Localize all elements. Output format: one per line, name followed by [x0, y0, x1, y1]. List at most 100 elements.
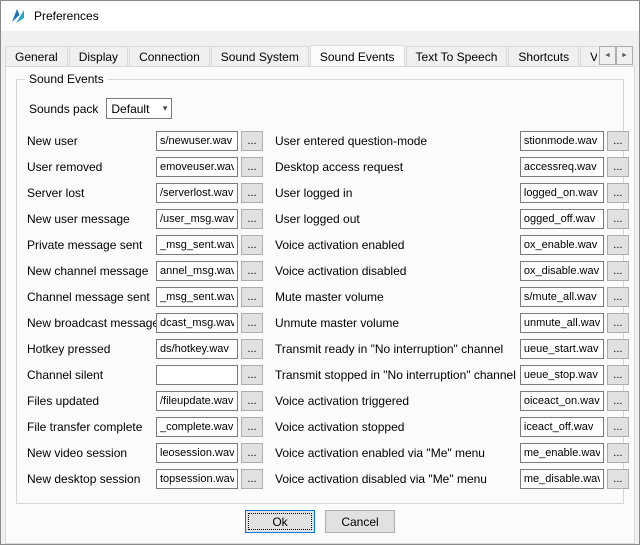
chevron-down-icon: ▾ [163, 103, 168, 114]
sound-file-input[interactable] [520, 261, 604, 281]
sound-file-input[interactable] [156, 183, 238, 203]
sound-file-input[interactable] [520, 131, 604, 151]
browse-button[interactable]: ... [607, 209, 629, 229]
sound-events-groupbox: Sound Events Sounds pack Default ▾ New u… [16, 79, 624, 504]
browse-button[interactable]: ... [607, 339, 629, 359]
sound-file-input[interactable] [520, 469, 604, 489]
browse-button[interactable]: ... [241, 365, 263, 385]
sound-event-row: Desktop access request ... [275, 157, 629, 177]
titlebar: Preferences [1, 1, 639, 31]
sound-event-row: User logged in ... [275, 183, 629, 203]
tab-shortcuts[interactable]: Shortcuts [508, 46, 579, 66]
browse-button[interactable]: ... [607, 313, 629, 333]
sound-event-label: Server lost [27, 186, 156, 200]
browse-button[interactable]: ... [607, 131, 629, 151]
browse-button[interactable]: ... [241, 313, 263, 333]
sound-file-input[interactable] [520, 313, 604, 333]
sound-file-input[interactable] [520, 157, 604, 177]
sound-file-input[interactable] [520, 365, 604, 385]
browse-button[interactable]: ... [241, 391, 263, 411]
sound-file-input[interactable] [156, 417, 238, 437]
sound-event-label: Channel silent [27, 368, 156, 382]
sound-file-input[interactable] [520, 235, 604, 255]
browse-button[interactable]: ... [241, 209, 263, 229]
sound-file-input[interactable] [156, 469, 238, 489]
browse-button[interactable]: ... [607, 417, 629, 437]
sound-event-row: Files updated ... [27, 391, 263, 411]
browse-button[interactable]: ... [241, 339, 263, 359]
window-title: Preferences [34, 9, 99, 23]
sound-file-input[interactable] [156, 339, 238, 359]
browse-button[interactable]: ... [607, 443, 629, 463]
tab-video[interactable]: Video [580, 46, 597, 66]
tab-text-to-speech[interactable]: Text To Speech [406, 46, 508, 66]
sound-event-label: Transmit ready in "No interruption" chan… [275, 342, 520, 356]
tab-display[interactable]: Display [69, 46, 128, 66]
browse-button[interactable]: ... [607, 469, 629, 489]
sound-event-label: User entered question-mode [275, 134, 520, 148]
sound-event-row: User removed ... [27, 157, 263, 177]
sound-file-input[interactable] [156, 209, 238, 229]
sounds-pack-label: Sounds pack [29, 102, 98, 116]
sound-file-input[interactable] [156, 365, 238, 385]
sound-file-input[interactable] [520, 209, 604, 229]
sound-file-input[interactable] [156, 261, 238, 281]
tab-general[interactable]: General [5, 46, 68, 66]
tab-connection[interactable]: Connection [129, 46, 210, 66]
sound-file-input[interactable] [520, 339, 604, 359]
sound-file-input[interactable] [156, 313, 238, 333]
sound-file-input[interactable] [156, 287, 238, 307]
tab-scroll-buttons: ◄ ► [599, 46, 633, 65]
sound-file-input[interactable] [156, 235, 238, 255]
browse-button[interactable]: ... [241, 261, 263, 281]
browse-button[interactable]: ... [607, 287, 629, 307]
sound-event-label: Voice activation triggered [275, 394, 520, 408]
browse-button[interactable]: ... [607, 235, 629, 255]
sounds-pack-select[interactable]: Default ▾ [106, 98, 172, 119]
tab-scroll-right-button[interactable]: ► [616, 46, 633, 65]
tab-sound-events[interactable]: Sound Events [310, 45, 405, 66]
browse-button[interactable]: ... [241, 469, 263, 489]
browse-button[interactable]: ... [607, 365, 629, 385]
sound-file-input[interactable] [156, 391, 238, 411]
browse-button[interactable]: ... [607, 157, 629, 177]
sound-file-input[interactable] [520, 443, 604, 463]
sound-file-input[interactable] [520, 417, 604, 437]
tab-sound-system[interactable]: Sound System [211, 46, 309, 66]
sound-file-input[interactable] [156, 157, 238, 177]
sound-events-left-column: New user ... User removed ... Server los… [27, 131, 263, 495]
sound-file-input[interactable] [520, 287, 604, 307]
sound-file-input[interactable] [156, 131, 238, 151]
browse-button[interactable]: ... [241, 183, 263, 203]
browse-button[interactable]: ... [241, 287, 263, 307]
sound-event-label: Mute master volume [275, 290, 520, 304]
sound-event-row: Mute master volume ... [275, 287, 629, 307]
sound-event-row: New channel message ... [27, 261, 263, 281]
ok-button[interactable]: Ok [245, 510, 315, 533]
sound-file-input[interactable] [520, 183, 604, 203]
browse-button[interactable]: ... [241, 443, 263, 463]
sound-event-label: Transmit stopped in "No interruption" ch… [275, 368, 520, 382]
tab-scroll-left-button[interactable]: ◄ [599, 46, 616, 65]
browse-button[interactable]: ... [607, 261, 629, 281]
browse-button[interactable]: ... [607, 391, 629, 411]
sound-event-row: User entered question-mode ... [275, 131, 629, 151]
browse-button[interactable]: ... [241, 417, 263, 437]
browse-button[interactable]: ... [241, 235, 263, 255]
browse-button[interactable]: ... [607, 183, 629, 203]
sound-event-row: New video session ... [27, 443, 263, 463]
cancel-button[interactable]: Cancel [325, 510, 395, 533]
sound-event-label: Unmute master volume [275, 316, 520, 330]
sound-event-label: User removed [27, 160, 156, 174]
preferences-window: Preferences GeneralDisplayConnectionSoun… [0, 0, 640, 545]
sound-event-row: File transfer complete ... [27, 417, 263, 437]
sound-event-row: New broadcast message ... [27, 313, 263, 333]
tab-page-sound-events: Sound Events Sounds pack Default ▾ New u… [5, 66, 635, 544]
browse-button[interactable]: ... [241, 131, 263, 151]
sound-file-input[interactable] [520, 391, 604, 411]
sound-file-input[interactable] [156, 443, 238, 463]
sound-event-label: New video session [27, 446, 156, 460]
sound-event-row: Server lost ... [27, 183, 263, 203]
sound-event-label: Hotkey pressed [27, 342, 156, 356]
browse-button[interactable]: ... [241, 157, 263, 177]
